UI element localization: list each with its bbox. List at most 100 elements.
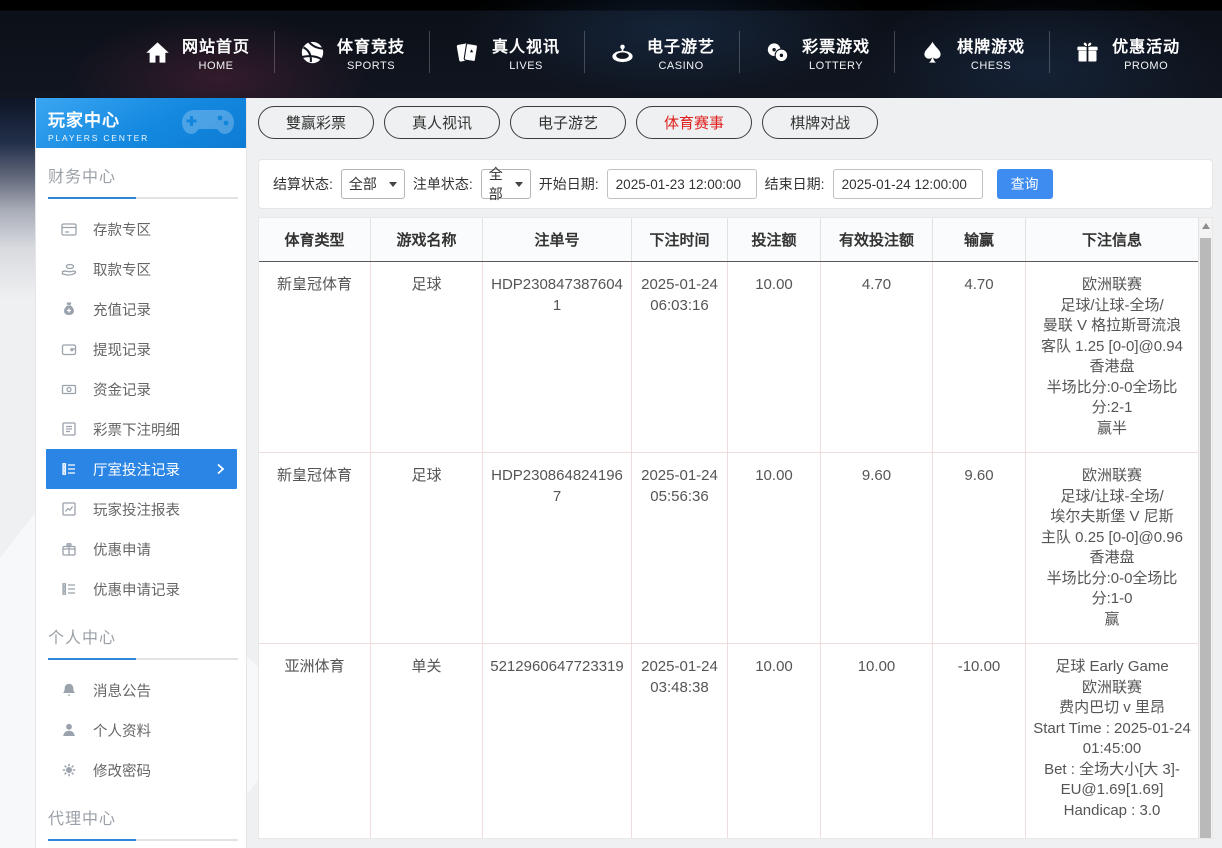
cell-win-loss: 9.60 bbox=[933, 453, 1026, 643]
sidebar-item-label: 取款专区 bbox=[93, 259, 151, 280]
bet-records-table: 体育类型 游戏名称 注单号 下注时间 投注额 有效投注额 输赢 下注信息 新皇冠… bbox=[258, 217, 1213, 839]
nav-item-casino[interactable]: 电子游艺CASINO bbox=[585, 33, 739, 72]
cell-valid-amount: 9.60 bbox=[821, 453, 933, 643]
sidebar-item-funds-record[interactable]: 资金记录 bbox=[36, 369, 246, 409]
scrollbar-thumb[interactable] bbox=[1200, 238, 1211, 838]
nav-sublabel: HOME bbox=[199, 60, 234, 72]
sidebar-header: 玩家中心 PLAYERS CENTER bbox=[36, 98, 246, 148]
nav-items: 网站首页 HOME 体育竞技 SPORTS 真人视讯LIVES 电子游艺CASINO… bbox=[120, 22, 1204, 82]
sidebar-item-recharge-record[interactable]: 充值记录 bbox=[36, 289, 246, 329]
section-title: 代理中心 bbox=[48, 805, 236, 829]
col-header-sport-type: 体育类型 bbox=[259, 218, 371, 261]
sidebar-item-lottery-bet-detail[interactable]: 彩票下注明细 bbox=[36, 409, 246, 449]
table-row: 亚洲体育 单关 5212960647723319 2025-01-24 03:4… bbox=[259, 644, 1198, 839]
order-status-value: 全部 bbox=[489, 164, 505, 204]
cell-order-id: HDP2308473876041 bbox=[483, 262, 632, 452]
order-status-label: 注单状态: bbox=[413, 174, 473, 194]
bell-icon bbox=[60, 681, 78, 699]
nav-item-chess[interactable]: 棋牌游戏CHESS bbox=[895, 33, 1049, 72]
nav-item-sports[interactable]: 体育竞技 SPORTS bbox=[275, 33, 429, 72]
nav-item-home[interactable]: 网站首页 HOME bbox=[120, 33, 274, 72]
col-header-win-loss: 输赢 bbox=[933, 218, 1026, 261]
nav-sublabel: SPORTS bbox=[347, 60, 395, 72]
cell-sport-type: 亚洲体育 bbox=[259, 644, 371, 839]
gear-icon bbox=[60, 761, 78, 779]
sidebar-item-label: 厅室投注记录 bbox=[93, 459, 180, 480]
sidebar-item-promo-apply-record[interactable]: 优惠申请记录 bbox=[36, 569, 246, 609]
sidebar-item-label: 玩家投注报表 bbox=[93, 499, 180, 520]
cell-order-id: 5212960647723319 bbox=[483, 644, 632, 839]
scrollbar-up-arrow[interactable] bbox=[1199, 218, 1212, 234]
col-header-game-name: 游戏名称 bbox=[371, 218, 483, 261]
sidebar-item-label: 资金记录 bbox=[93, 379, 151, 400]
start-date-input[interactable] bbox=[607, 169, 757, 199]
col-header-bet-info: 下注信息 bbox=[1026, 218, 1198, 261]
nav-item-lives[interactable]: 真人视讯LIVES bbox=[430, 33, 584, 72]
nav-label: 网站首页 bbox=[182, 33, 250, 57]
end-date-label: 结束日期: bbox=[765, 174, 825, 194]
cell-bet-time: 2025-01-24 06:03:16 bbox=[632, 262, 728, 452]
col-header-order-id: 注单号 bbox=[483, 218, 632, 261]
nav-label: 体育竞技 bbox=[337, 33, 405, 57]
sidebar-item-change-password[interactable]: 修改密码 bbox=[36, 750, 246, 790]
table-row: 新皇冠体育 足球 HDP2308648241967 2025-01-24 05:… bbox=[259, 453, 1198, 644]
sidebar-menu-personal: 消息公告 个人资料 修改密码 bbox=[36, 660, 246, 790]
start-date-label: 开始日期: bbox=[539, 174, 599, 194]
end-date-input[interactable] bbox=[833, 169, 983, 199]
sidebar-item-label: 彩票下注明细 bbox=[93, 419, 180, 440]
promo-apply-icon bbox=[60, 540, 78, 558]
cell-bet-amount: 10.00 bbox=[728, 453, 821, 643]
cell-sport-type: 新皇冠体育 bbox=[259, 262, 371, 452]
top-navigation-bar: 网站首页 HOME 体育竞技 SPORTS 真人视讯LIVES 电子游艺CASINO… bbox=[0, 0, 1222, 98]
cell-game-name: 足球 bbox=[371, 262, 483, 452]
sidebar-item-withdraw[interactable]: 取款专区 bbox=[36, 249, 246, 289]
nav-sublabel: PROMO bbox=[1124, 60, 1168, 72]
hall-bet-icon bbox=[60, 460, 78, 478]
sidebar-item-deposit[interactable]: 存款专区 bbox=[36, 209, 246, 249]
cell-game-name: 足球 bbox=[371, 453, 483, 643]
tab-sports[interactable]: 体育赛事 bbox=[636, 106, 752, 139]
withdraw-wallet-icon bbox=[60, 340, 78, 358]
cell-valid-amount: 10.00 bbox=[821, 644, 933, 839]
sidebar-item-hall-bet-record[interactable]: 厅室投注记录 bbox=[46, 449, 237, 489]
report-icon bbox=[60, 500, 78, 518]
sidebar-item-player-bet-report[interactable]: 玩家投注报表 bbox=[36, 489, 246, 529]
cell-bet-info: 欧洲联赛 足球/让球-全场/ 埃尔夫斯堡 V 尼斯 主队 0.25 [0-0]@… bbox=[1026, 453, 1198, 643]
table-scrollbar[interactable] bbox=[1198, 218, 1212, 838]
tab-lottery[interactable]: 雙赢彩票 bbox=[258, 106, 374, 139]
cards-icon bbox=[454, 39, 481, 66]
nav-label: 优惠活动 bbox=[1112, 33, 1180, 57]
tab-casino[interactable]: 电子游艺 bbox=[510, 106, 626, 139]
nav-sublabel: CHESS bbox=[971, 60, 1011, 72]
sidebar-item-messages[interactable]: 消息公告 bbox=[36, 670, 246, 710]
gift-icon bbox=[1074, 39, 1101, 66]
search-button[interactable]: 查询 bbox=[997, 169, 1053, 199]
sidebar-section-finance: 财务中心 bbox=[36, 148, 246, 199]
cell-win-loss: 4.70 bbox=[933, 262, 1026, 452]
funds-icon bbox=[60, 380, 78, 398]
tab-chess[interactable]: 棋牌对战 bbox=[762, 106, 878, 139]
cell-valid-amount: 4.70 bbox=[821, 262, 933, 452]
sidebar-item-withdraw-record[interactable]: 提现记录 bbox=[36, 329, 246, 369]
sidebar-item-label: 个人资料 bbox=[93, 720, 151, 741]
settle-status-label: 结算状态: bbox=[273, 174, 333, 194]
sidebar-item-promo-apply[interactable]: 优惠申请 bbox=[36, 529, 246, 569]
sidebar-item-profile[interactable]: 个人资料 bbox=[36, 710, 246, 750]
spade-icon bbox=[919, 39, 946, 66]
col-header-bet-amount: 投注额 bbox=[728, 218, 821, 261]
settle-status-select[interactable]: 全部 bbox=[341, 169, 405, 199]
deposit-card-icon bbox=[60, 220, 78, 238]
nav-item-lottery[interactable]: 彩票游戏LOTTERY bbox=[740, 33, 894, 72]
sidebar-item-label: 优惠申请记录 bbox=[93, 579, 180, 600]
cell-bet-amount: 10.00 bbox=[728, 644, 821, 839]
withdraw-hand-icon bbox=[60, 260, 78, 278]
nav-label: 真人视讯 bbox=[492, 33, 560, 57]
roulette-icon bbox=[609, 39, 636, 66]
person-icon bbox=[60, 721, 78, 739]
cell-bet-time: 2025-01-24 03:48:38 bbox=[632, 644, 728, 839]
cell-bet-amount: 10.00 bbox=[728, 262, 821, 452]
nav-item-promo[interactable]: 优惠活动 PROMO bbox=[1050, 33, 1204, 72]
col-header-bet-time: 下注时间 bbox=[632, 218, 728, 261]
tab-live[interactable]: 真人视讯 bbox=[384, 106, 500, 139]
order-status-select[interactable]: 全部 bbox=[481, 169, 531, 199]
